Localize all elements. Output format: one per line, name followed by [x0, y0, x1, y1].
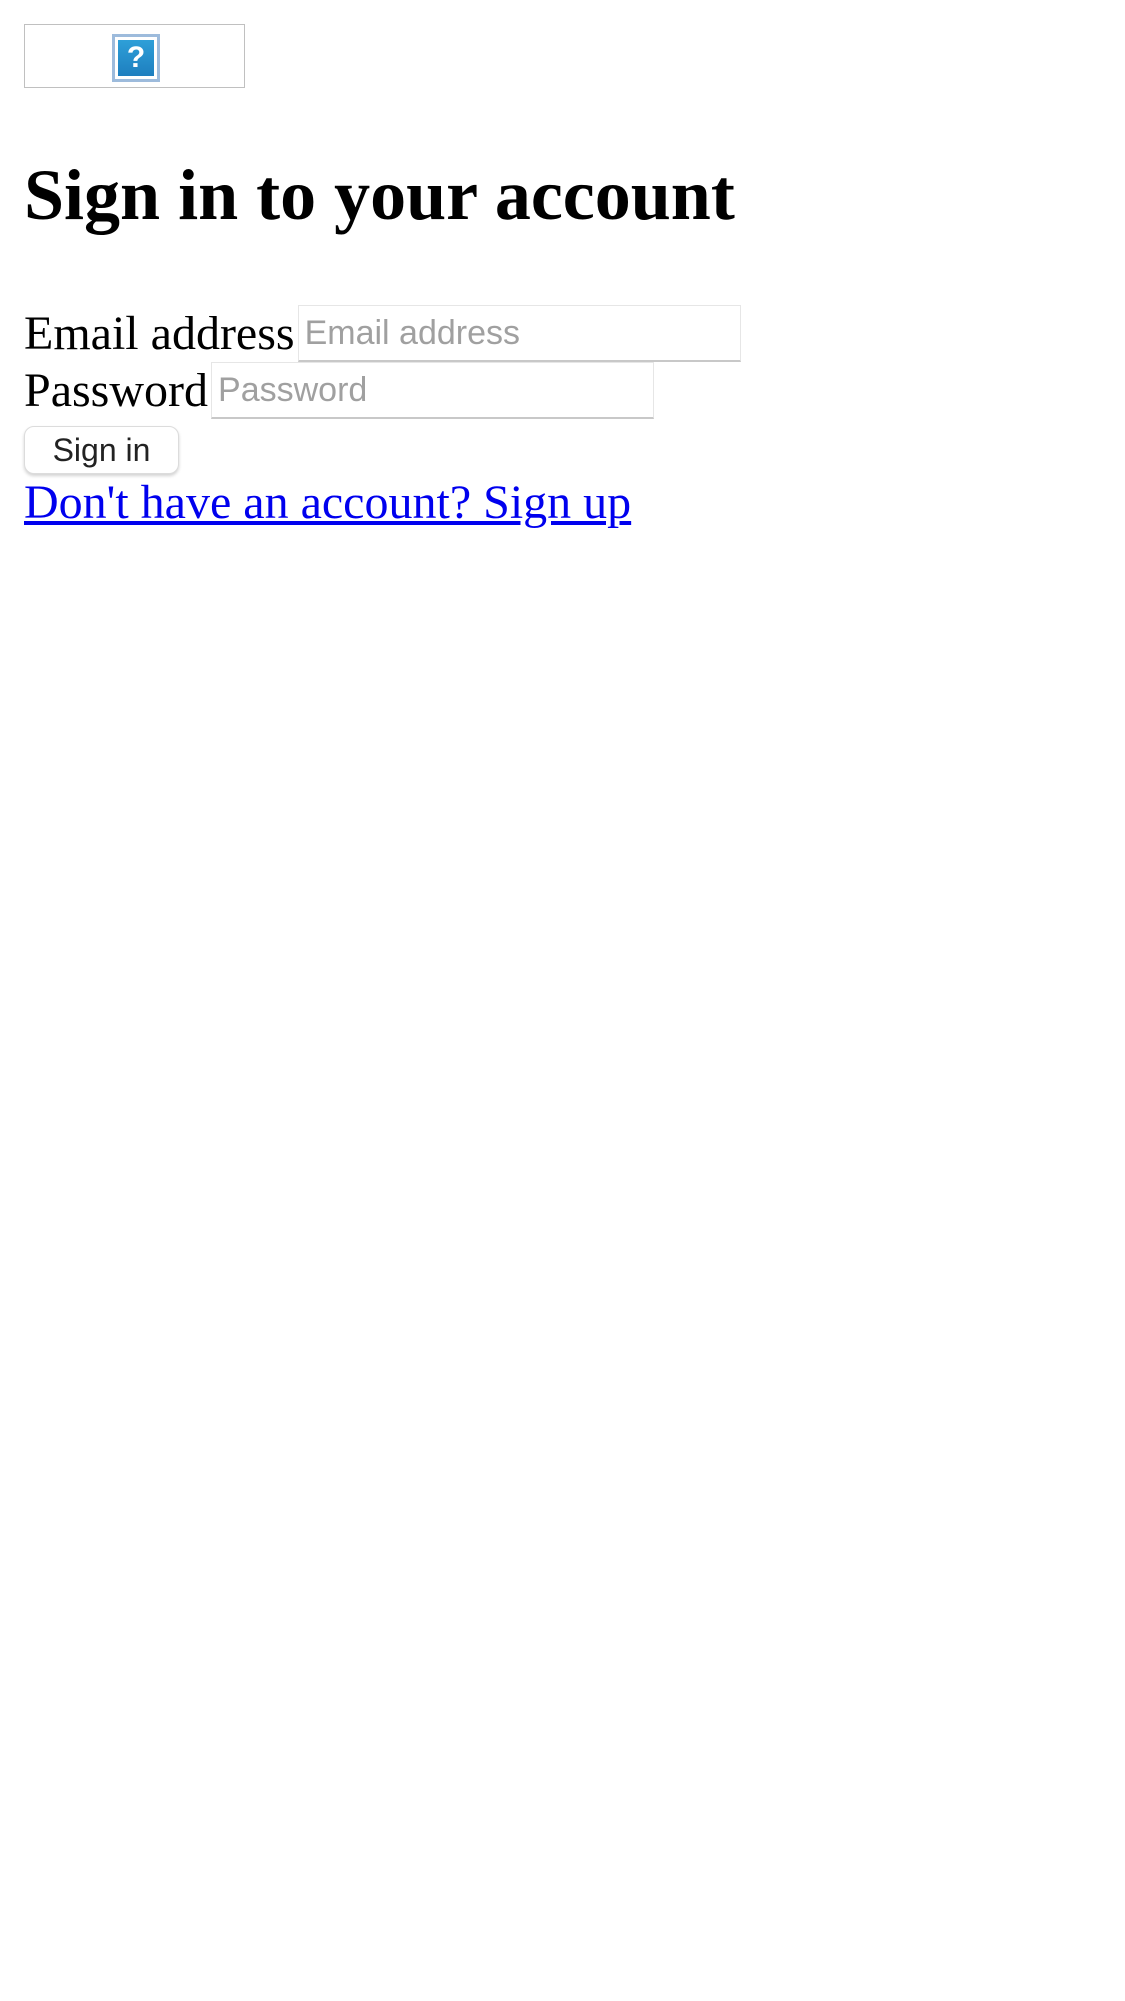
email-label: Email address	[24, 307, 295, 360]
email-row: Email address	[24, 305, 741, 362]
page-title: Sign in to your account	[24, 155, 735, 235]
sign-up-link[interactable]: Don't have an account? Sign up	[24, 474, 631, 531]
email-input[interactable]	[297, 305, 741, 362]
password-label: Password	[24, 364, 209, 417]
password-input[interactable]	[211, 362, 655, 419]
sign-in-button[interactable]: Sign in	[24, 426, 179, 474]
logo-image: ?	[24, 24, 245, 88]
password-row: Password	[24, 362, 655, 419]
broken-image-icon: ?	[112, 34, 160, 82]
